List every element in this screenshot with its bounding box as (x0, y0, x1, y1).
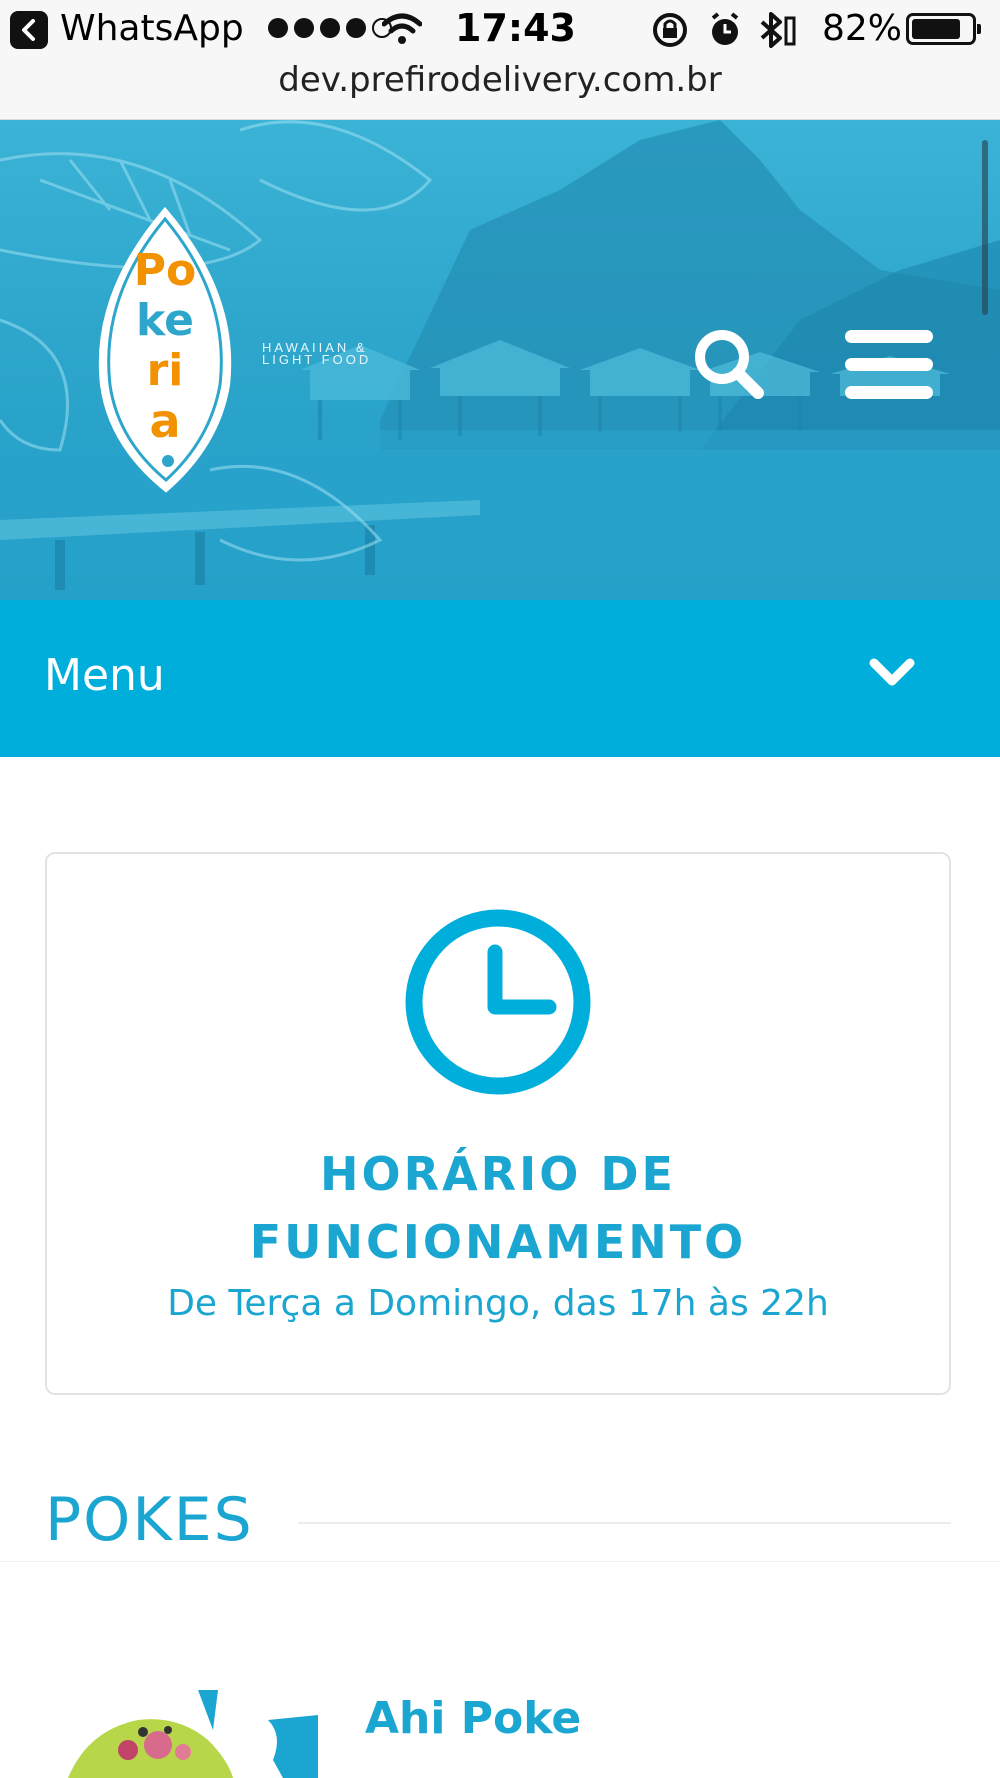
product-image-ahi-poke[interactable] (68, 1690, 318, 1778)
section-title-pokes: POKES (45, 1485, 254, 1555)
back-to-app-icon[interactable] (10, 11, 48, 49)
svg-text:Po: Po (134, 245, 196, 296)
opening-hours-title-line2: FUNCIONAMENTO (249, 1215, 747, 1269)
clock-icon (405, 909, 591, 1095)
cell-signal-icon (268, 18, 392, 38)
opening-hours-title: HORÁRIO DE FUNCIONAMENTO (45, 1140, 951, 1276)
menu-dropdown-label: Menu (44, 650, 165, 701)
pokeria-logo[interactable]: Po ke ri a (88, 205, 243, 505)
page-scrollbar[interactable] (982, 140, 988, 315)
menu-dropdown[interactable]: Menu (0, 600, 1000, 757)
chevron-down-icon[interactable] (868, 655, 916, 691)
brand-tagline: HAWAIIAN & LIGHT FOOD (262, 340, 372, 367)
hamburger-menu-icon[interactable] (845, 330, 935, 400)
svg-text:a: a (149, 394, 180, 448)
back-app-label[interactable]: WhatsApp (60, 8, 244, 49)
clock-time: 17:43 (455, 6, 576, 50)
opening-hours-text: De Terça a Domingo, das 17h às 22h (167, 1283, 829, 1324)
battery-fill (912, 19, 960, 39)
bluetooth-icon (760, 12, 796, 48)
svg-text:ri: ri (147, 345, 184, 396)
alarm-icon (711, 12, 739, 45)
status-bar: WhatsApp 17:43 82% dev.prefirodelivery.c… (0, 0, 1000, 120)
hero-header: Po ke ri a HAWAIIAN & LIGHT FOOD (0, 120, 1000, 600)
product-name[interactable]: Ahi Poke (365, 1693, 581, 1744)
status-icons (653, 12, 796, 48)
battery-icon (906, 13, 981, 45)
battery-percent: 82% (822, 8, 903, 49)
search-icon[interactable] (690, 325, 770, 405)
section-divider (298, 1522, 951, 1524)
address-bar[interactable]: dev.prefirodelivery.com.br (0, 60, 1000, 100)
opening-hours-title-line1: HORÁRIO DE (320, 1147, 676, 1201)
wifi-icon (382, 13, 422, 44)
screen: WhatsApp 17:43 82% dev.prefirodelivery.c… (0, 0, 1000, 1778)
orientation-lock-icon (653, 13, 687, 47)
svg-text:ke: ke (136, 295, 194, 346)
